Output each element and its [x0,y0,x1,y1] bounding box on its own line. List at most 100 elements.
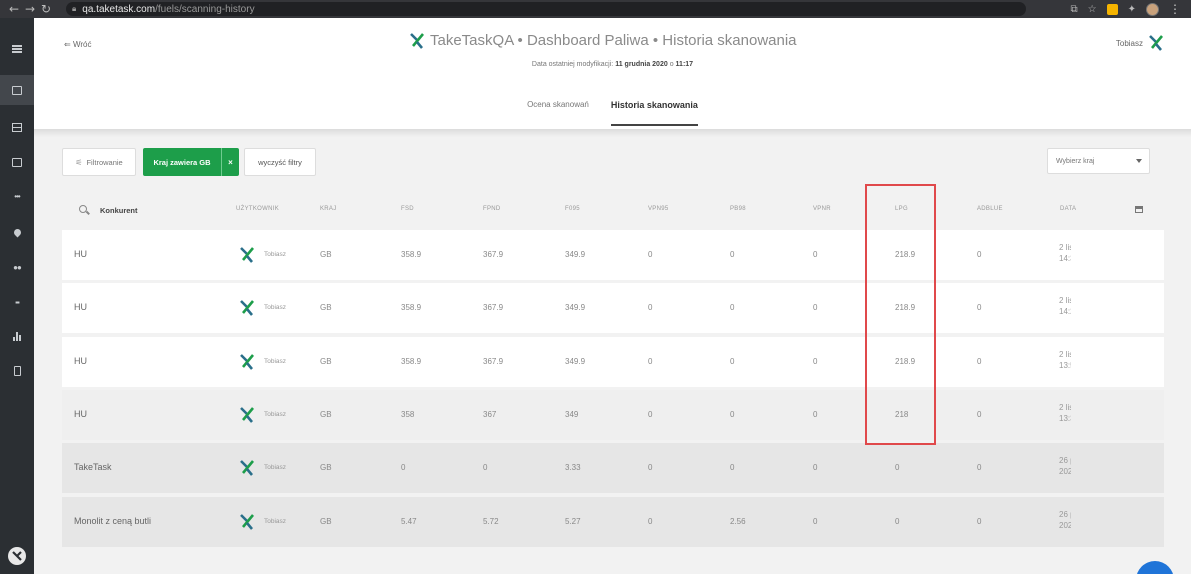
cell-kraj: GB [320,463,332,472]
chip-close-icon[interactable]: × [221,148,239,176]
column-header-adblue[interactable]: ADBLUE [977,206,1003,212]
column-header-konkurent[interactable]: Konkurent [100,206,138,215]
filter-button[interactable]: ⚟ Filtrowanie [62,148,136,176]
location-pin-icon[interactable] [0,222,34,242]
last-modified-label: Data ostatniej modyfikacji: [531,61,614,68]
cell-fsd: 358.9 [401,250,422,259]
tab-scan-rating[interactable]: Ocena skanowań [527,100,589,126]
fuel-pump-icon[interactable] [0,361,34,381]
user-logo-icon [240,460,254,476]
clear-filters-button[interactable]: wyczyść filtry [244,148,316,176]
cell-data: 2 lis 14:2 [1059,295,1071,317]
cell-fsd: 358 [401,410,415,419]
filter-button-label: Filtrowanie [86,157,123,167]
cell-pb98: 0 [730,250,735,259]
tab-scan-history[interactable]: Historia skanowania [610,100,698,126]
column-header-fsd[interactable]: FSD [401,206,414,212]
cell-lpg: 0 [895,463,900,472]
column-header-user[interactable]: UŻYTKOWNIK [236,206,279,212]
chart-icon[interactable] [0,326,34,346]
cell-fpnd: 5.72 [483,517,499,526]
column-header-fpnd[interactable]: FPND [483,206,501,212]
cell-fpnd: 367.9 [483,357,504,366]
cell-vpn95: 0 [648,357,653,366]
last-modified-date: 11 grudnia 2020 [615,61,668,68]
table-row[interactable]: HUTobiaszGB358.9367.9349.9000218.902 lis… [62,337,1164,387]
table-row[interactable]: HUTobiaszGB358.9367.9349.9000218.902 lis… [62,283,1164,333]
country-select[interactable]: Wybierz kraj [1047,148,1150,174]
cell-date-day: 2 lis [1059,403,1071,412]
chat-fab-button[interactable] [1136,561,1174,574]
page-header: ⇐ Wróć TakeTaskQA • Dashboard Paliwa • H… [34,18,1191,129]
cell-fsd: 0 [401,463,406,472]
table-row[interactable]: Monolit z ceną butli Tobiasz GB 5.47 5.72 5.2… [62,497,1164,547]
cell-vpnr: 0 [813,517,818,526]
cell-user: Tobiasz [264,411,287,418]
cell-f095: 349.9 [565,250,586,259]
column-header-kraj[interactable]: KRAJ [320,206,337,212]
cell-date-day: 26 p [1059,456,1071,465]
cell-pb98: 0 [730,303,735,312]
puzzle-icon[interactable]: ✦ [1128,4,1136,15]
cell-f095: 5.27 [565,517,581,526]
menu-icon[interactable]: ⋮ [1169,2,1181,16]
columns-settings-icon[interactable] [1135,206,1143,213]
table-row[interactable]: HUTobiaszGB35836734900021802 lis13:3 [62,390,1164,440]
user-menu[interactable]: Tobiasz [1116,35,1163,51]
cell-lpg: 0 [895,517,900,526]
cell-vpnr: 0 [813,463,818,472]
header-divider [34,129,1191,137]
tasks-icon[interactable] [0,75,34,105]
table-icon[interactable] [0,152,34,172]
cell-fpnd: 367.9 [483,250,504,259]
cell-user: Tobiasz [264,518,287,525]
column-header-pb98[interactable]: PB98 [730,206,746,212]
cell-adblue: 0 [977,463,982,472]
caret-down-icon [1136,159,1142,163]
back-arrow-icon[interactable]: ← [6,2,22,16]
menu-hamburger-icon[interactable] [0,39,34,59]
back-link[interactable]: ⇐ Wróć [64,40,91,49]
cell-pb98: 2.56 [730,517,746,526]
table-row[interactable]: TakeTask Tobiasz GB 0 0 3.33 0 0 0 0 0 26 p 2020 [62,443,1164,493]
taketask-logo-icon[interactable] [8,547,26,565]
country-filter-chip[interactable]: Kraj zawiera GB × [143,148,239,176]
column-header-vpn95[interactable]: VPN95 [648,206,669,212]
search-icon[interactable] [79,205,87,213]
star-icon[interactable]: ☆ [1088,4,1097,15]
cell-date-day: 2 lis [1059,296,1071,305]
forward-arrow-icon[interactable]: → [22,2,38,16]
lock-icon: 🔒︎ [72,4,77,13]
browser-toolbar: ← → ↻ 🔒︎ qa.taketask.com/fuels/scanning-… [0,0,1191,18]
translate-icon[interactable]: ⧉ [1071,4,1078,15]
reload-icon[interactable]: ↻ [38,2,54,16]
dots-icon[interactable]: ••• [0,186,34,206]
cell-adblue: 0 [977,517,982,526]
cell-adblue: 0 [977,357,982,366]
user-logo-icon [240,247,254,263]
table-row[interactable]: HUTobiaszGB358.9367.9349.9000218.902 lis… [62,230,1164,280]
hierarchy-icon[interactable]: ▪▪ [0,292,34,312]
cell-date-time: 2020 [1059,467,1071,476]
cell-vpnr: 0 [813,410,818,419]
users-icon[interactable]: ●● [0,257,34,277]
cell-date-day: 26 p [1059,510,1071,519]
column-header-data[interactable]: DATA [1060,206,1076,212]
taketask-logo-icon [410,32,424,49]
app-sidebar: ••• ●● ▪▪ ⚙ [0,18,34,574]
extension-icon[interactable] [1106,3,1118,15]
address-bar[interactable]: 🔒︎ qa.taketask.com/fuels/scanning-histor… [66,2,1026,16]
cell-vpn95: 0 [648,517,653,526]
cell-kraj: GB [320,357,332,366]
url-path: /fuels/scanning-history [155,3,255,15]
column-header-vpnr[interactable]: VPNR [813,206,831,212]
cell-data: 26 p 2020 [1059,509,1071,531]
cell-f095: 349.9 [565,357,586,366]
list-icon[interactable] [0,117,34,137]
cell-pb98: 0 [730,410,735,419]
user-logo-icon [1149,35,1163,51]
user-logo-icon [240,354,254,370]
profile-avatar[interactable] [1146,2,1159,16]
cell-konkurent: HU [74,249,87,259]
column-header-f095[interactable]: F095 [565,206,580,212]
